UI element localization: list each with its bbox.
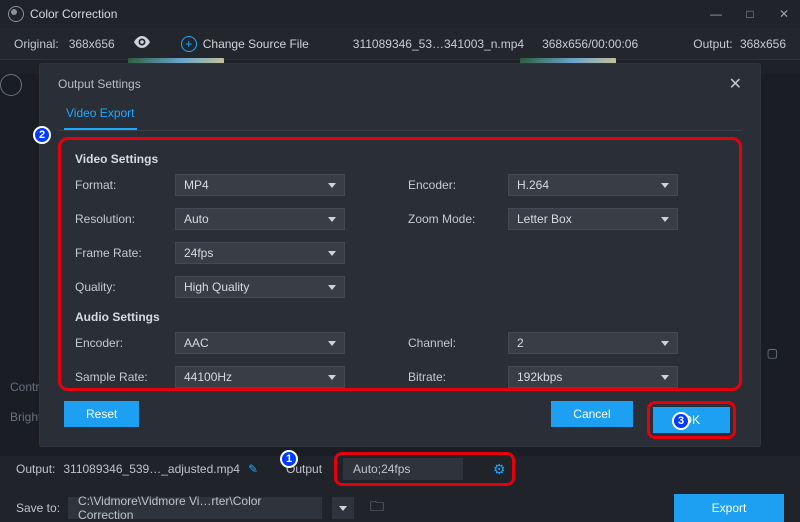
audio-encoder-select[interactable]: AAC bbox=[175, 332, 345, 354]
chevron-down-icon bbox=[661, 375, 669, 380]
reset-button[interactable]: Reset bbox=[64, 401, 139, 427]
output-dims: 368x656 bbox=[740, 37, 786, 51]
annotation-1: 1 bbox=[280, 450, 298, 468]
ok-highlight: OK bbox=[647, 401, 736, 439]
video-settings-title: Video Settings bbox=[75, 152, 725, 166]
channel-select[interactable]: 2 bbox=[508, 332, 678, 354]
zoom-value: Letter Box bbox=[517, 212, 572, 226]
source-meta: 368x656/00:00:06 bbox=[542, 37, 638, 51]
gear-icon[interactable]: ⚙ bbox=[493, 461, 506, 478]
resolution-select[interactable]: Auto bbox=[175, 208, 345, 230]
channel-value: 2 bbox=[517, 336, 524, 350]
framerate-label: Frame Rate: bbox=[75, 246, 175, 260]
plus-icon: + bbox=[181, 36, 197, 52]
output-label: Output: bbox=[693, 37, 732, 51]
source-filename: 311089346_53…341003_n.mp4 bbox=[353, 37, 524, 51]
chevron-down-icon bbox=[328, 251, 336, 256]
audio-encoder-label: Encoder: bbox=[75, 336, 175, 350]
play-button[interactable] bbox=[0, 74, 22, 96]
compare-icon[interactable] bbox=[133, 36, 151, 51]
format-select[interactable]: MP4 bbox=[175, 174, 345, 196]
format-label: Format: bbox=[75, 178, 175, 192]
audio-encoder-value: AAC bbox=[184, 336, 209, 350]
resolution-label: Resolution: bbox=[75, 212, 175, 226]
framerate-select[interactable]: 24fps bbox=[175, 242, 345, 264]
dialog-title: Output Settings bbox=[58, 77, 141, 91]
chevron-down-icon bbox=[328, 217, 336, 222]
tab-video-export[interactable]: Video Export bbox=[64, 100, 137, 130]
save-path-dropdown[interactable] bbox=[332, 497, 354, 519]
chevron-down-icon bbox=[328, 375, 336, 380]
ok-button[interactable]: OK bbox=[653, 407, 730, 433]
annotation-2: 2 bbox=[33, 126, 51, 144]
chevron-down-icon bbox=[339, 506, 347, 511]
output-spec-highlight: Auto;24fps ⚙ bbox=[334, 452, 515, 486]
samplerate-value: 44100Hz bbox=[184, 370, 232, 384]
cancel-button[interactable]: Cancel bbox=[551, 401, 632, 427]
dialog-close-button[interactable]: ✕ bbox=[729, 74, 742, 94]
original-dims: 368x656 bbox=[69, 37, 115, 51]
quality-label: Quality: bbox=[75, 280, 175, 294]
original-label: Original: bbox=[14, 37, 59, 51]
bitrate-select[interactable]: 192kbps bbox=[508, 366, 678, 388]
footer: Output: 311089346_539…_adjusted.mp4 ✎ Ou… bbox=[0, 456, 800, 522]
crop-icon[interactable]: ▢ bbox=[767, 346, 778, 360]
audio-settings-title: Audio Settings bbox=[75, 310, 725, 324]
settings-panel: Video Settings Format: MP4 Encoder: H.26… bbox=[58, 137, 742, 391]
open-folder-icon[interactable]: 🗀 bbox=[370, 496, 384, 520]
output-settings-dialog: Output Settings ✕ Video Export Video Set… bbox=[40, 64, 760, 446]
app-title: Color Correction bbox=[30, 7, 117, 21]
format-value: MP4 bbox=[184, 178, 209, 192]
samplerate-label: Sample Rate: bbox=[75, 370, 175, 384]
output-file-name: 311089346_539…_adjusted.mp4 bbox=[63, 462, 240, 476]
framerate-value: 24fps bbox=[184, 246, 213, 260]
resolution-value: Auto bbox=[184, 212, 209, 226]
change-source-label: Change Source File bbox=[203, 37, 309, 51]
encoder-select[interactable]: H.264 bbox=[508, 174, 678, 196]
change-source-button[interactable]: + Change Source File bbox=[181, 36, 309, 52]
chevron-down-icon bbox=[661, 341, 669, 346]
channel-label: Channel: bbox=[408, 336, 508, 350]
chevron-down-icon bbox=[328, 183, 336, 188]
output-spec-value[interactable]: Auto;24fps bbox=[343, 458, 463, 480]
bitrate-label: Bitrate: bbox=[408, 370, 508, 384]
close-button[interactable]: ✕ bbox=[776, 7, 792, 21]
samplerate-select[interactable]: 44100Hz bbox=[175, 366, 345, 388]
bitrate-value: 192kbps bbox=[517, 370, 562, 384]
encoder-label: Encoder: bbox=[408, 178, 508, 192]
app-icon bbox=[8, 6, 24, 22]
zoom-label: Zoom Mode: bbox=[408, 212, 508, 226]
save-to-label: Save to: bbox=[16, 501, 60, 515]
toolbar: Original: 368x656 + Change Source File 3… bbox=[0, 28, 800, 60]
edit-icon[interactable]: ✎ bbox=[248, 462, 258, 476]
chevron-down-icon bbox=[661, 217, 669, 222]
encoder-value: H.264 bbox=[517, 178, 549, 192]
chevron-down-icon bbox=[328, 285, 336, 290]
maximize-button[interactable]: □ bbox=[742, 7, 758, 21]
chevron-down-icon bbox=[328, 341, 336, 346]
annotation-3: 3 bbox=[672, 412, 690, 430]
export-button[interactable]: Export bbox=[674, 494, 784, 522]
quality-select[interactable]: High Quality bbox=[175, 276, 345, 298]
save-path[interactable]: C:\Vidmore\Vidmore Vi…rter\Color Correct… bbox=[68, 497, 322, 519]
chevron-down-icon bbox=[661, 183, 669, 188]
zoom-select[interactable]: Letter Box bbox=[508, 208, 678, 230]
output-file-label: Output: bbox=[16, 462, 55, 476]
quality-value: High Quality bbox=[184, 280, 249, 294]
titlebar: Color Correction — □ ✕ bbox=[0, 0, 800, 28]
minimize-button[interactable]: — bbox=[708, 7, 724, 21]
